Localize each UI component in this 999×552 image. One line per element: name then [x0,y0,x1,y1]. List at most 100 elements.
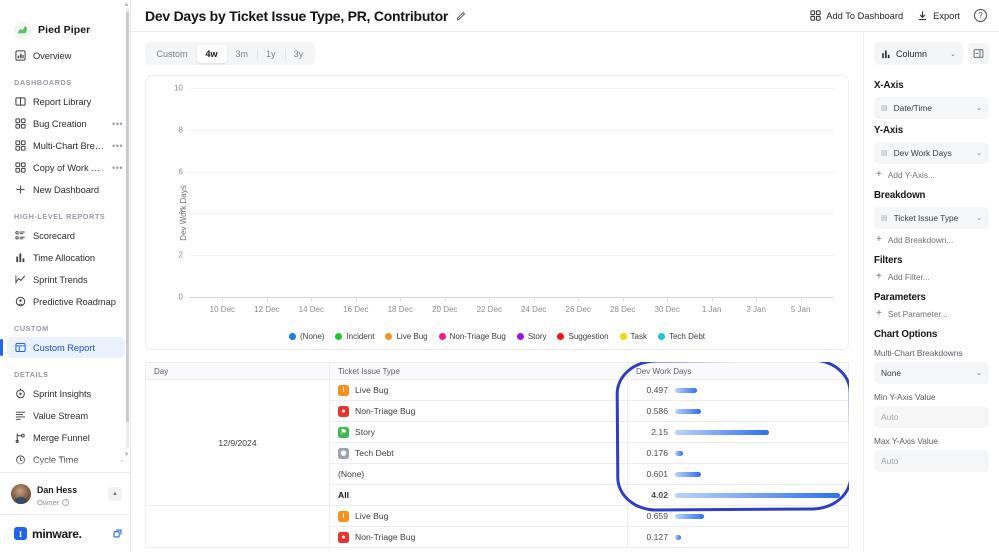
mascot-icon [14,21,31,39]
sidebar-item-value-stream[interactable]: Value Stream [7,405,125,426]
add-filter-button[interactable]: + Add Filter... [874,271,989,283]
sidebar-item-multi-chart-breakdown[interactable]: Multi-Chart Break... ••• [7,135,125,156]
sidebar-item-custom-report[interactable]: Custom Report [0,337,125,358]
y-axis-tick: 10 [174,83,183,93]
pencil-icon[interactable] [456,11,466,21]
minware-logo-icon: I [14,527,27,540]
plus-icon: + [876,308,882,319]
add-to-dashboard-button[interactable]: Add To Dashboard [810,10,903,21]
workspace-brand[interactable]: Pied Piper [0,14,130,44]
legend-item[interactable]: Non-Triage Bug [438,332,506,341]
x-axis-tick: 14 Dec [298,305,324,314]
sidebar-item-copy-of-work-batch[interactable]: Copy of Work Bato... ••• [7,157,125,178]
funnel-icon [14,432,26,444]
issue-type-label: Tech Debt [355,448,394,458]
sidebar-scrollbar[interactable] [125,8,129,448]
sidebar-item-more-button[interactable]: ••• [112,119,125,129]
x-axis-tickmark [355,297,357,301]
data-table-container[interactable]: Day Ticket Issue Type Dev Work Days 12/9… [145,362,849,552]
sidebar-item-sprint-insights[interactable]: Sprint Insights [7,383,125,404]
y-axis-field[interactable]: ▤ Dev Work Days ⌄ [874,142,989,164]
section-heading-breakdown: Breakdown [874,190,926,201]
collapse-sidebar-button[interactable]: ▲ [108,486,122,501]
legend-item[interactable]: Incident [335,332,374,341]
plot-area[interactable]: 0 2 4 6 8 10 10 Dec 12 Dec 14 Dec 16 Dec 18 Dec 20 … [174,84,834,314]
gridline [189,213,834,215]
drag-handle-icon[interactable]: ▤ [881,104,888,112]
x-axis-field[interactable]: ▤ Date/Time ⌄ [874,97,989,119]
chevron-down-icon[interactable]: ⌄ [976,369,982,377]
sidebar-item-predictive-roadmap[interactable]: Predictive Roadmap [7,291,125,312]
x-axis-tickmark [756,297,758,301]
sidebar-item-scorecard[interactable]: Scorecard [7,225,125,246]
range-option-4w[interactable]: 4w [196,44,227,63]
x-axis-tick: 16 Dec [343,305,369,314]
plus-icon: + [876,271,882,282]
legend-item[interactable]: Task [619,332,647,341]
x-axis-tick: 26 Dec [565,305,591,314]
sidebar-item-new-dashboard[interactable]: New Dashboard [7,179,125,200]
chevron-down-icon[interactable]: ⌄ [976,104,982,112]
min-y-axis-input[interactable]: Auto [874,406,989,428]
sidebar-scroll-area[interactable]: Pied Piper Overview DASHBOARDS Report Li… [0,0,130,472]
sidebar-item-sprint-trends[interactable]: Sprint Trends [7,269,125,290]
add-breakdown-button[interactable]: + Add Breakdown... [874,235,989,246]
line-chart-icon [14,274,26,286]
cell-dev-work-days: 0.176 [627,442,849,464]
legend-item[interactable]: Story [516,332,546,341]
sidebar-item-more-button[interactable]: ••• [112,141,125,151]
breakdown-field[interactable]: ▤ Ticket Issue Type ⌄ [874,207,989,229]
range-option-1y[interactable]: 1y [257,45,285,63]
sidebar-item-label: Sprint Trends [33,274,88,285]
sidebar-item-report-library[interactable]: Report Library [7,91,125,112]
y-axis-tick: 6 [178,167,183,177]
cell-day [145,505,330,548]
sidebar-item-more-button[interactable]: ••• [112,163,125,173]
export-button[interactable]: Export [917,10,960,21]
column-header-ticket-issue-type[interactable]: Ticket Issue Type [329,362,628,380]
legend-item[interactable]: Tech Debt [657,332,705,341]
range-option-3m[interactable]: 3m [227,45,258,63]
add-y-axis-button[interactable]: + Add Y-Axis... [874,170,989,181]
question-circle-icon[interactable]: ? [974,9,987,22]
date-range-segmented-control[interactable]: Custom 4w 3m 1y 3y [145,42,315,65]
chart-legend[interactable]: (None) Incident Live Bug Non-Triage Bug Stor… [146,332,848,341]
chart-type-select[interactable]: Column ⌄ [874,42,963,65]
panel-right-icon[interactable] [968,43,989,64]
sidebar-item-time-allocation[interactable]: Time Allocation [7,247,125,268]
range-option-custom[interactable]: Custom [148,45,197,63]
sidebar-item-overview[interactable]: Overview [7,45,125,66]
sidebar-item-bug-creation[interactable]: Bug Creation ••• [7,113,125,134]
chevron-down-icon[interactable]: ⌄ [976,214,982,222]
value-bar [675,492,840,498]
drag-handle-icon[interactable]: ▤ [881,149,888,157]
user-account-row[interactable]: Dan Hess Owner ? ▲ [0,472,130,514]
issue-type-icon: ● [338,531,349,543]
table-row[interactable]: ! Live Bug 0.659 [145,505,849,548]
value-bar [675,408,701,414]
value-number: 0.586 [646,406,668,416]
x-axis-tick: 10 Dec [209,305,236,314]
cell-ticket-issue-type: ! Live Bug [329,505,628,527]
legend-swatch [335,333,343,340]
max-y-axis-input[interactable]: Auto [874,450,989,472]
scroll-down-arrow[interactable]: ▼ [123,452,130,458]
chevron-down-icon[interactable]: ⌄ [976,149,982,157]
legend-item[interactable]: (None) [289,332,324,341]
legend-swatch [557,333,565,340]
table-row[interactable]: 12/9/2024! Live Bug 0.497 [145,379,849,506]
legend-item[interactable]: Suggestion [557,332,609,341]
x-axis-tickmark [266,297,268,301]
question-icon[interactable]: ? [62,498,70,506]
column-header-dev-work-days[interactable]: Dev Work Days [627,362,849,380]
external-link-icon[interactable] [113,529,122,538]
range-option-3y[interactable]: 3y [284,45,313,63]
x-axis-tickmark [489,297,491,301]
set-parameter-button[interactable]: + Set Parameter... [874,308,989,320]
stream-icon [14,410,26,422]
drag-handle-icon[interactable]: ▤ [881,214,888,222]
sidebar-item-merge-funnel[interactable]: Merge Funnel [7,427,125,448]
multi-chart-breakdowns-select[interactable]: None ⌄ [874,362,989,384]
legend-item[interactable]: Live Bug [385,332,428,341]
column-header-day[interactable]: Day [145,362,330,380]
